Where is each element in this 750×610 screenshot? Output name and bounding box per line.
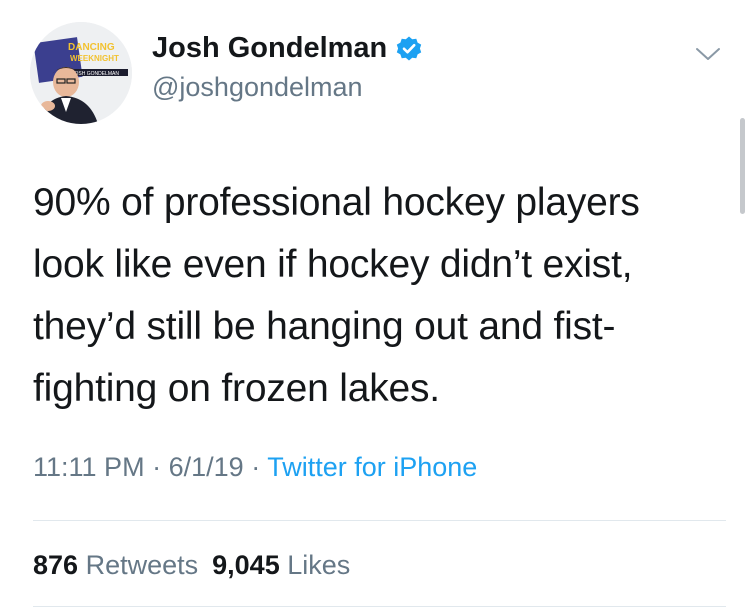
retweets-label: Retweets [85,550,199,580]
verified-badge-icon [395,35,423,63]
retweets-count: 876 [33,550,79,580]
tweet-text-line: 90% of professional hockey players [33,181,640,224]
author-handle[interactable]: @joshgondelman [152,74,363,101]
likes-stat[interactable]: 9,045 Likes [212,550,350,580]
tweet-text-line: fighting on frozen lakes. [33,367,440,410]
author-name-row[interactable]: Josh Gondelman [152,34,423,63]
tweet-date[interactable]: 6/1/19 [169,452,244,482]
scrollbar[interactable] [740,118,745,214]
tweet-text-line: look like even if hockey didn’t exist, [33,243,633,286]
avatar-logo-text: DANCING [68,42,115,53]
divider [33,520,726,521]
retweets-stat[interactable]: 876 Retweets [33,550,198,580]
divider [33,606,726,607]
tweet-source-link[interactable]: Twitter for iPhone [267,452,477,482]
likes-count: 9,045 [212,550,280,580]
meta-separator: · [152,452,162,482]
tweet-time[interactable]: 11:11 PM [33,452,145,482]
chevron-down-icon[interactable] [694,44,722,64]
avatar-image: DANCING WEEKNIGHT JOSH GONDELMAN [30,22,132,124]
tweet-text: 90% of professional hockey players look … [33,172,733,420]
avatar[interactable]: DANCING WEEKNIGHT JOSH GONDELMAN [30,22,132,124]
avatar-logo-text: WEEKNIGHT [70,54,119,63]
tweet-stats: 876 Retweets 9,045 Likes [33,552,350,579]
author-display-name[interactable]: Josh Gondelman [152,34,387,63]
tweet-text-line: they’d still be hanging out and fist- [33,305,616,348]
likes-label: Likes [287,550,351,580]
tweet-meta: 11:11 PM · 6/1/19 · Twitter for iPhone [33,454,477,481]
meta-separator: · [251,452,261,482]
avatar-logo-text: JOSH GONDELMAN [72,71,119,77]
